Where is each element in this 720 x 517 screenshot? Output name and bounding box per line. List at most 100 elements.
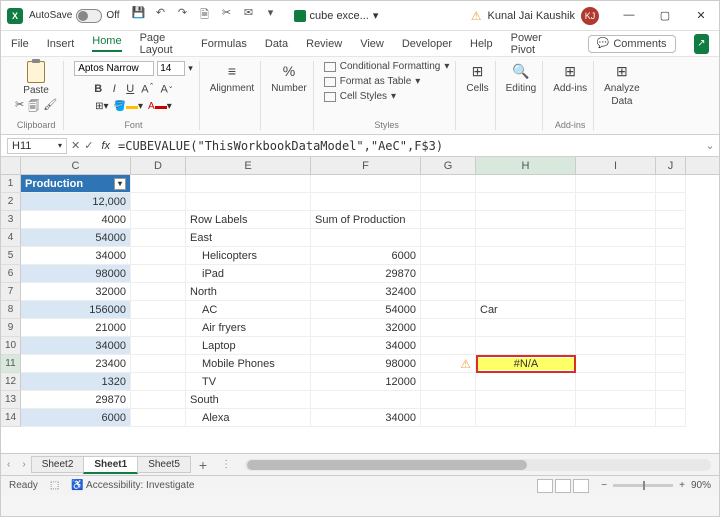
save-icon[interactable]: 💾 — [132, 6, 146, 25]
col-header-J[interactable]: J — [656, 157, 686, 174]
bold-button[interactable]: B — [93, 83, 103, 95]
number-format-button[interactable]: %Number — [271, 61, 307, 94]
cell-error-value: #N/A — [478, 358, 574, 370]
filter-icon[interactable]: ▾ — [114, 178, 126, 190]
col-header-F[interactable]: F — [311, 157, 421, 174]
selected-cell[interactable]: #N/A — [476, 355, 576, 373]
tab-review[interactable]: Review — [306, 38, 342, 50]
col-header-C[interactable]: C — [21, 157, 131, 174]
tab-view[interactable]: View — [360, 38, 384, 50]
tab-home[interactable]: Home — [92, 35, 121, 52]
tab-developer[interactable]: Developer — [402, 38, 452, 50]
fill-color-button[interactable]: 🪣▾ — [114, 101, 143, 112]
col-header-D[interactable]: D — [131, 157, 186, 174]
col-header-G[interactable]: G — [421, 157, 476, 174]
fx-icon[interactable]: fx — [97, 140, 114, 152]
table-header-production[interactable]: Production▾ — [21, 175, 131, 193]
increase-font-icon[interactable]: A⌃ — [141, 82, 154, 96]
page-break-view-button[interactable] — [573, 479, 589, 493]
ribbon-clipboard: Paste ✂ 🗐 🖌 Clipboard — [9, 61, 64, 130]
tab-divider-icon[interactable]: ⋮ — [215, 459, 237, 470]
border-button[interactable]: ⊞▾ — [95, 101, 108, 112]
addins-button[interactable]: ⊞Add-ins — [553, 61, 587, 94]
editing-button[interactable]: 🔍Editing — [506, 61, 537, 94]
col-header-E[interactable]: E — [186, 157, 311, 174]
cell-styles-button[interactable]: Cell Styles ▾ — [324, 91, 450, 102]
zoom-control[interactable]: − + 90% — [601, 480, 711, 491]
tab-help[interactable]: Help — [470, 38, 493, 50]
copy-icon[interactable]: 🗐 — [28, 98, 39, 117]
col-header-H[interactable]: H — [476, 157, 576, 174]
zoom-slider[interactable] — [613, 484, 673, 487]
close-button[interactable]: ✕ — [689, 9, 713, 22]
sheet-nav-right-icon[interactable]: › — [16, 459, 31, 470]
zoom-in-icon[interactable]: + — [679, 480, 685, 491]
cut-icon[interactable]: ✂ — [220, 6, 234, 25]
title-bar: X AutoSave Off 💾 ↶ ↷ 🗎 ✂ ✉ ▾ cube exce..… — [1, 1, 719, 31]
cancel-formula-icon[interactable]: ✕ — [71, 139, 80, 152]
font-name-select[interactable] — [74, 61, 154, 76]
sheet-tab-sheet2[interactable]: Sheet2 — [31, 456, 85, 473]
cells-button[interactable]: ⊞Cells — [466, 61, 488, 94]
maximize-button[interactable]: ▢ — [653, 9, 677, 22]
alignment-button[interactable]: ≡Alignment — [210, 61, 254, 94]
col-header-I[interactable]: I — [576, 157, 656, 174]
decrease-font-icon[interactable]: A⌄ — [160, 82, 173, 96]
styles-icon — [324, 92, 336, 102]
comments-button[interactable]: 💬 Comments — [588, 35, 676, 53]
accessibility-status[interactable]: ♿ Accessibility: Investigate — [71, 480, 194, 491]
zoom-level[interactable]: 90% — [691, 480, 711, 491]
chevron-down-icon[interactable]: ▾ — [58, 141, 62, 150]
format-painter-icon[interactable]: 🖌 — [43, 98, 57, 117]
tab-file[interactable]: File — [11, 38, 29, 50]
expand-formula-bar-icon[interactable]: ⌄ — [701, 139, 719, 152]
formula-input[interactable]: =CUBEVALUE("ThisWorkbookDataModel","AeC"… — [114, 139, 701, 153]
cut-small-icon[interactable]: ✂ — [15, 98, 24, 117]
qat-icon[interactable]: 🗎 — [198, 6, 212, 25]
qat-more-icon[interactable]: ▾ — [264, 6, 278, 25]
tab-data[interactable]: Data — [265, 38, 288, 50]
user-account[interactable]: ⚠ Kunal Jai Kaushik KJ — [471, 7, 599, 25]
font-color-button[interactable]: A▾ — [148, 101, 172, 112]
normal-view-button[interactable] — [537, 479, 553, 493]
tab-insert[interactable]: Insert — [47, 38, 75, 50]
macro-record-icon[interactable]: ⬚ — [50, 480, 59, 491]
sheet-nav-left-icon[interactable]: ‹ — [1, 459, 16, 470]
minimize-button[interactable]: — — [617, 9, 641, 22]
toggle-track[interactable] — [76, 9, 102, 23]
underline-button[interactable]: U — [125, 83, 135, 95]
ribbon-styles: Conditional Formatting ▾ Format as Table… — [318, 61, 457, 130]
tab-page-layout[interactable]: Page Layout — [140, 32, 183, 56]
worksheet-grid[interactable]: C D E F G H I J 1Production▾ 212,000 340… — [1, 157, 719, 453]
qat-icon2[interactable]: ✉ — [242, 6, 256, 25]
chevron-down-icon[interactable]: ▾ — [188, 63, 193, 74]
add-sheet-button[interactable]: + — [191, 457, 215, 473]
undo-icon[interactable]: ↶ — [154, 6, 168, 25]
italic-button[interactable]: I — [109, 83, 119, 95]
redo-icon[interactable]: ↷ — [176, 6, 190, 25]
name-box[interactable]: H11▾ — [7, 138, 67, 154]
accept-formula-icon[interactable]: ✓ — [84, 139, 93, 152]
autosave-state: Off — [106, 10, 119, 21]
cell[interactable]: 12,000 — [21, 193, 131, 211]
ribbon-number: %Number — [265, 61, 314, 130]
sheet-tab-sheet1[interactable]: Sheet1 — [83, 456, 138, 474]
sheet-tab-sheet5[interactable]: Sheet5 — [137, 456, 191, 473]
zoom-out-icon[interactable]: − — [601, 480, 607, 491]
autosave-toggle[interactable]: AutoSave Off — [29, 9, 120, 23]
file-name[interactable]: cube exce... ▾ — [294, 9, 379, 22]
row-header[interactable]: 1 — [1, 175, 21, 193]
chevron-down-icon[interactable]: ▾ — [373, 9, 379, 22]
share-button[interactable]: ↗ — [694, 34, 709, 54]
horizontal-scrollbar[interactable] — [237, 459, 719, 471]
page-layout-view-button[interactable] — [555, 479, 571, 493]
conditional-formatting-button[interactable]: Conditional Formatting ▾ — [324, 61, 450, 72]
error-warning-icon[interactable]: ⚠ — [460, 357, 471, 371]
paste-button[interactable]: Paste — [23, 61, 49, 96]
tab-formulas[interactable]: Formulas — [201, 38, 247, 50]
select-all-corner[interactable] — [1, 157, 21, 174]
format-as-table-button[interactable]: Format as Table ▾ — [324, 76, 450, 87]
tab-power-pivot[interactable]: Power Pivot — [511, 32, 552, 56]
font-size-select[interactable] — [157, 61, 185, 76]
analyze-data-button[interactable]: ⊞AnalyzeData — [604, 61, 640, 107]
